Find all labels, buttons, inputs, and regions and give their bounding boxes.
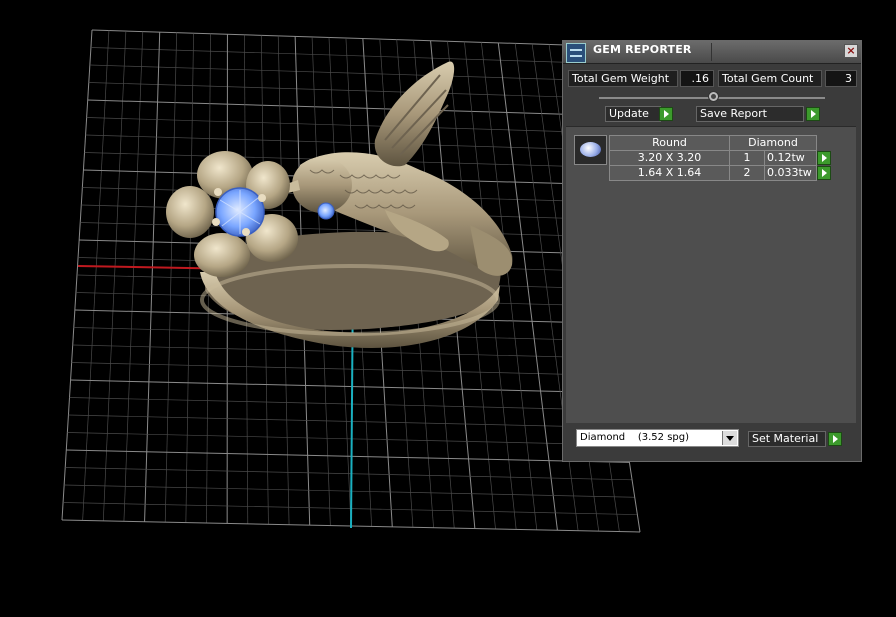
dropdown-arrow-icon[interactable] — [722, 431, 737, 445]
ring-model[interactable] — [166, 61, 513, 348]
update-go-icon[interactable] — [659, 107, 673, 121]
total-gem-weight-value: .16 — [680, 70, 714, 87]
set-material-go-icon[interactable] — [828, 432, 842, 446]
titlebar-divider — [711, 43, 712, 61]
update-button[interactable]: Update — [605, 106, 661, 122]
material-selected-value: Diamond (3.52 spg) — [580, 432, 690, 443]
row-go-icon[interactable] — [817, 151, 831, 165]
gem-weight: 0.12tw — [764, 150, 817, 166]
gem-table: Round Diamond 3.20 X 3.20 1 0.12tw 1.64 … — [609, 135, 832, 181]
round-gem-thumbnail — [574, 135, 607, 165]
gem-quantity: 2 — [729, 165, 765, 181]
close-button[interactable]: × — [844, 44, 858, 58]
gem-size: 1.64 X 1.64 — [609, 165, 730, 181]
gem-reporter-icon — [566, 43, 586, 63]
total-gem-weight-label: Total Gem Weight — [568, 70, 678, 87]
gem-table-header: Round Diamond — [609, 135, 832, 151]
slider-handle[interactable] — [708, 91, 719, 102]
material-header: Diamond — [729, 135, 817, 151]
gem-weight: 0.033tw — [764, 165, 817, 181]
round-diamond-icon — [580, 142, 601, 157]
save-report-go-icon[interactable] — [806, 107, 820, 121]
set-material-button[interactable]: Set Material — [748, 431, 826, 447]
table-row: 1.64 X 1.64 2 0.033tw — [609, 165, 832, 181]
table-row: 3.20 X 3.20 1 0.12tw — [609, 150, 832, 166]
save-report-button[interactable]: Save Report — [696, 106, 804, 122]
shape-header: Round — [609, 135, 730, 151]
gem-size: 3.20 X 3.20 — [609, 150, 730, 166]
material-dropdown[interactable]: Diamond (3.52 spg) — [576, 429, 739, 447]
total-gem-count-label: Total Gem Count — [718, 70, 822, 87]
gem-reporter-panel: GEM REPORTER × Total Gem Weight .16 Tota… — [562, 40, 862, 462]
totals-row: Total Gem Weight .16 Total Gem Count 3 — [568, 70, 858, 87]
row-go-icon[interactable] — [817, 166, 831, 180]
gem-report-area: Round Diamond 3.20 X 3.20 1 0.12tw 1.64 … — [566, 126, 856, 423]
grid-line — [497, 42, 558, 531]
panel-titlebar[interactable]: GEM REPORTER × — [563, 41, 861, 64]
gem-quantity: 1 — [729, 150, 765, 166]
total-gem-count-value: 3 — [825, 70, 857, 87]
panel-title: GEM REPORTER — [593, 43, 692, 56]
